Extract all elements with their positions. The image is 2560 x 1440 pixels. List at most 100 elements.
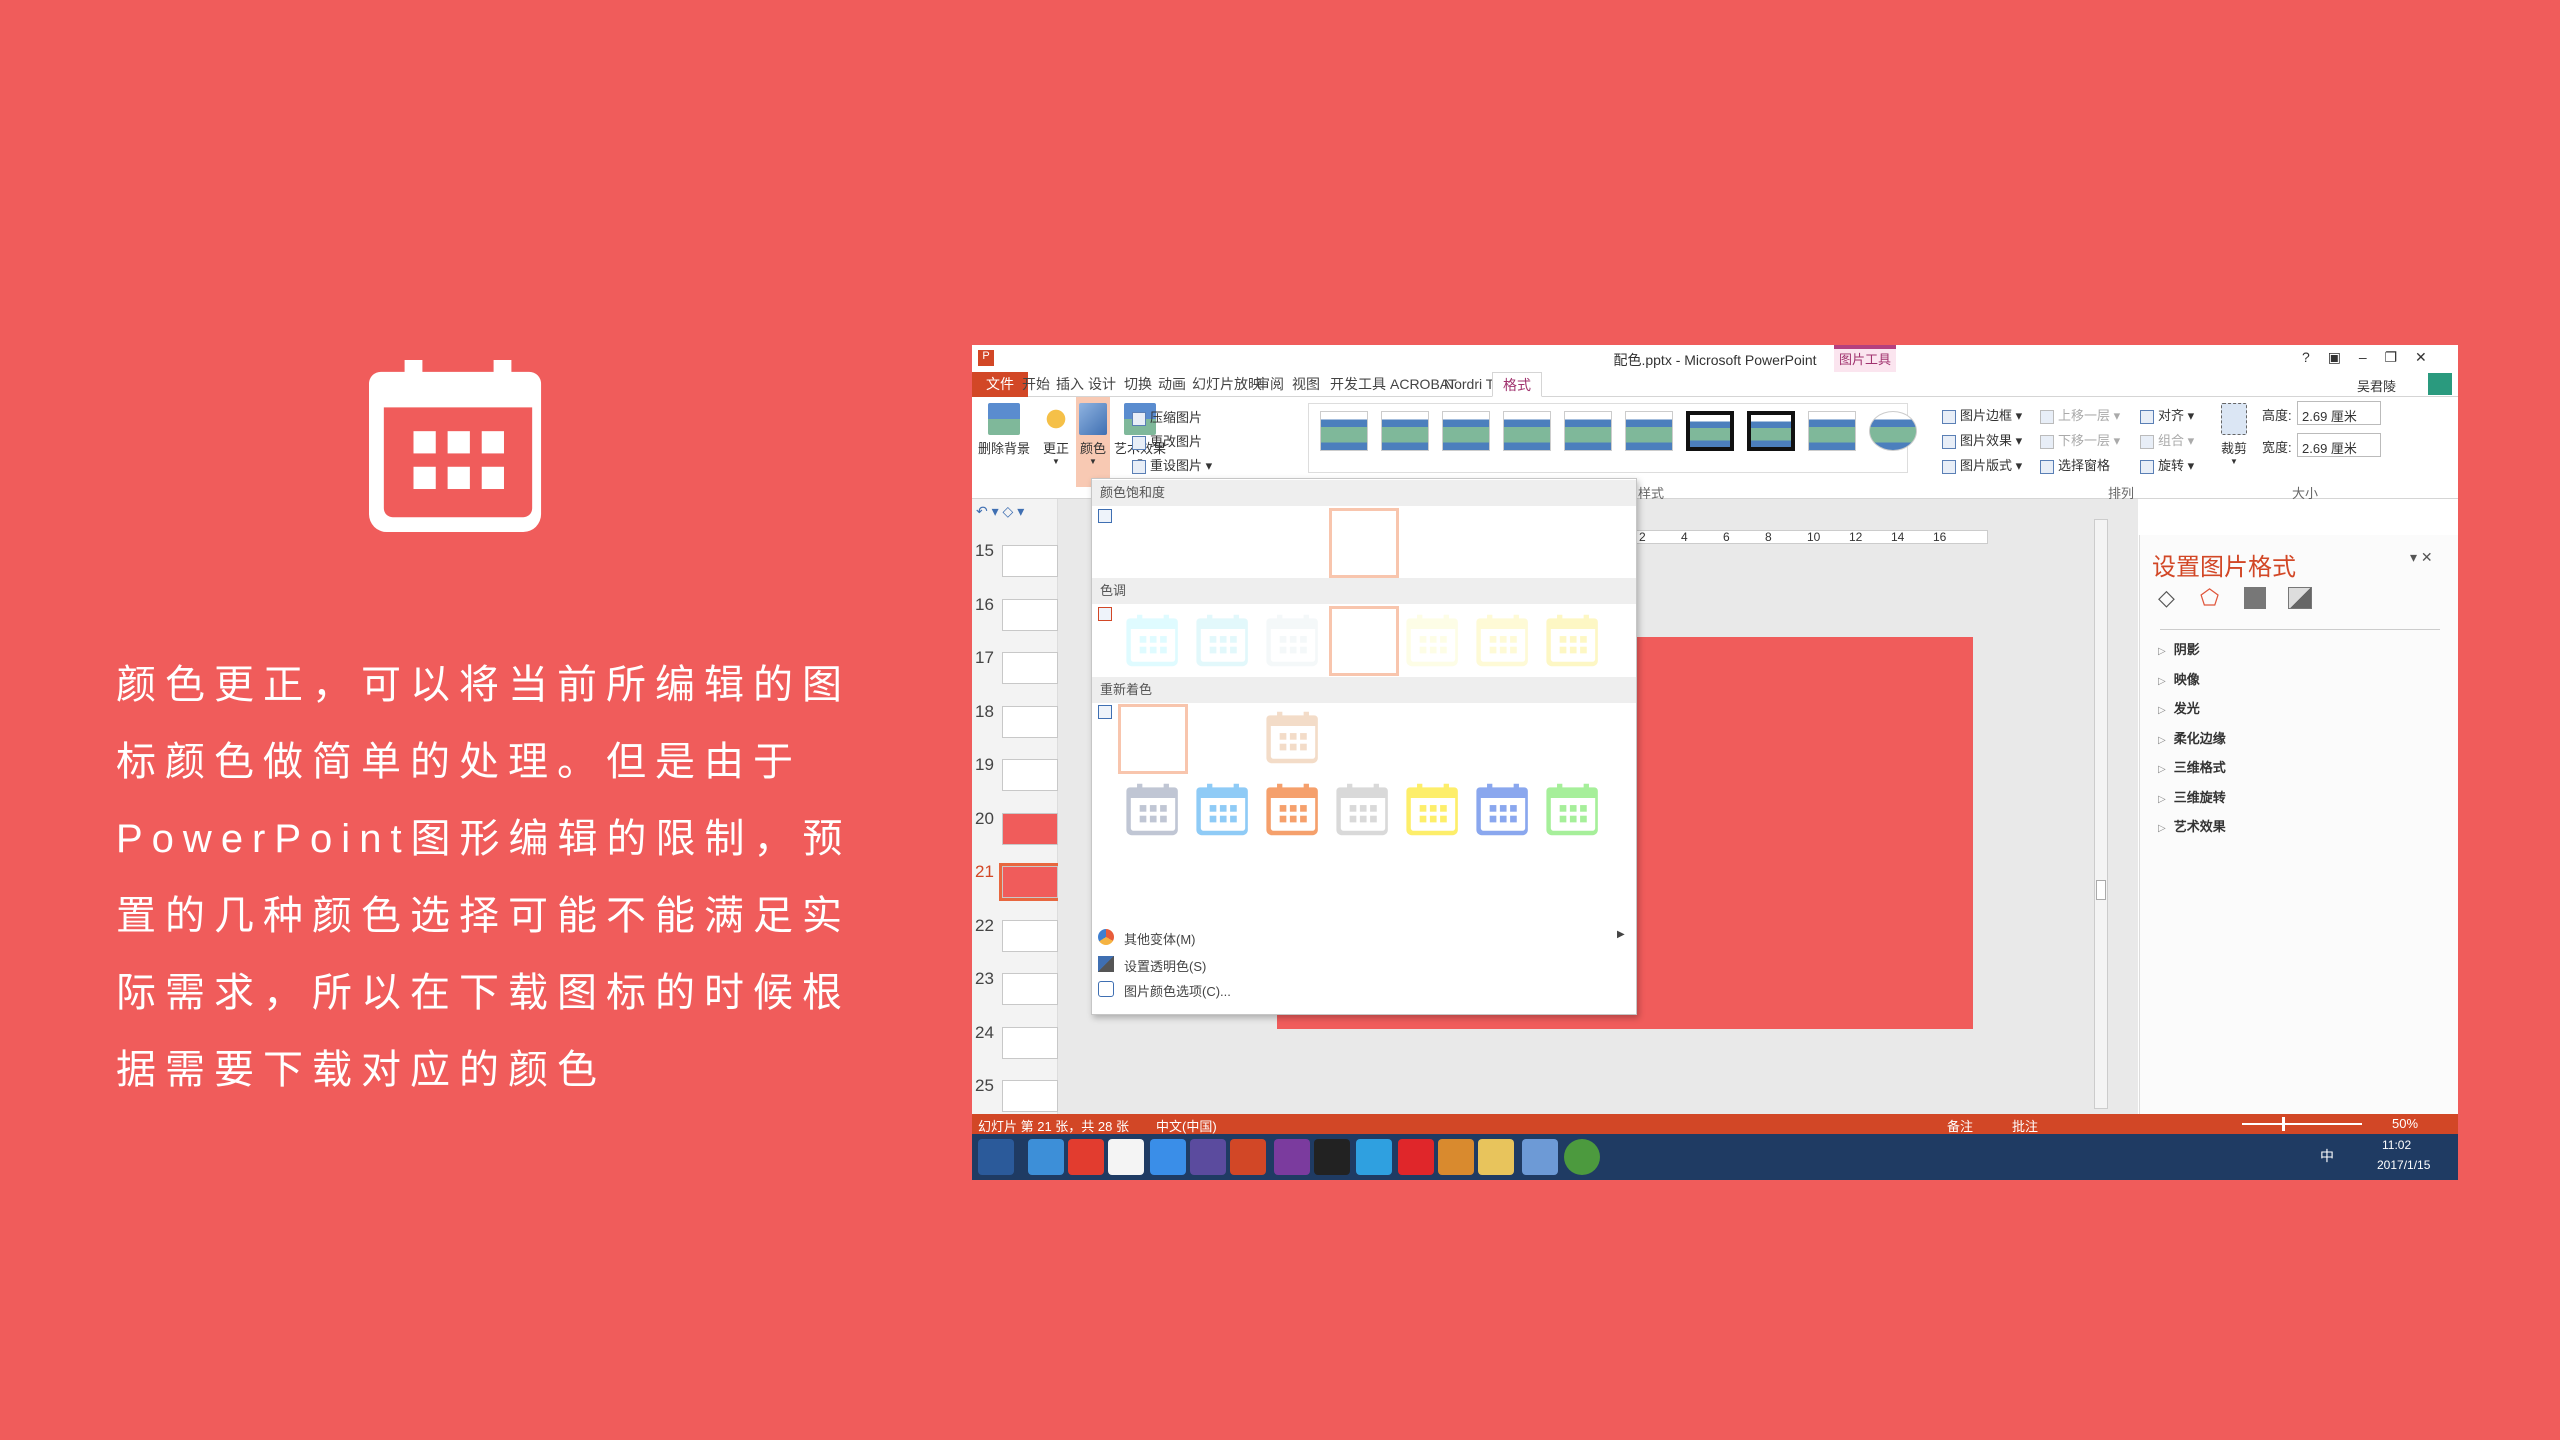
format-section[interactable]: 阴影 [2158,639,2200,658]
slide-thumbnail[interactable] [1002,973,1058,1005]
picture-style-option[interactable] [1869,411,1917,451]
rotate-button[interactable]: 旋转 ▾ [2140,455,2194,474]
recolor-option-calendar-icon[interactable] [1546,782,1600,837]
scrollbar-thumb[interactable] [2096,880,2106,900]
picture-style-option[interactable] [1564,411,1612,451]
group-button[interactable]: 组合 ▾ [2140,430,2194,449]
recolor-option-calendar-icon[interactable] [1266,782,1320,837]
tab-12[interactable]: 格式 [1492,372,1542,397]
windows-start-icon[interactable] [978,1139,1014,1175]
crop-button[interactable]: 裁剪 ▼ [2217,403,2251,466]
recolor-option-calendar-icon[interactable] [1476,782,1530,837]
pen-app-icon[interactable] [1150,1139,1186,1175]
tone-option-calendar-icon[interactable] [1406,613,1460,668]
slide-thumbnail[interactable] [1002,1080,1058,1112]
help-button[interactable]: ? [2302,349,2310,365]
saturation-selected-option[interactable] [1329,508,1399,578]
corrections-button[interactable]: 更正 ▼ [1038,403,1074,466]
pane-close-button[interactable]: ▾ ✕ [2410,549,2433,566]
picture-style-option[interactable] [1381,411,1429,451]
restore-button[interactable]: ❐ [2385,349,2398,365]
zoom-slider[interactable] [2242,1117,2362,1131]
tone-option-calendar-icon[interactable] [1476,613,1530,668]
user-name[interactable]: 吴君陵 [2357,376,2396,395]
gem-app-icon[interactable] [1438,1139,1474,1175]
send-backward-button[interactable]: 下移一层 ▾ [2040,430,2120,449]
slide-thumbnail[interactable] [1002,1026,1058,1059]
slide-thumbnail[interactable] [1002,919,1058,952]
slide-thumbnail[interactable] [1002,545,1058,577]
picture-tab[interactable] [2288,587,2312,609]
wps-icon[interactable] [1108,1139,1144,1175]
slide-thumbnail[interactable] [1002,652,1058,684]
ribbon-display-button[interactable]: ▣ [2328,349,2341,365]
clock-time[interactable]: 11:02 [2382,1138,2411,1152]
recolor-option-calendar-icon[interactable] [1406,782,1460,837]
format-section[interactable]: 映像 [2158,669,2200,688]
file-explorer-icon[interactable] [1478,1139,1514,1175]
picture-style-option[interactable] [1503,411,1551,451]
clock-date[interactable]: 2017/1/15 [2377,1158,2430,1172]
tone-option-calendar-icon[interactable] [1126,613,1180,668]
eclipse-icon[interactable] [1190,1139,1226,1175]
format-section[interactable]: 柔化边缘 [2158,728,2226,747]
tone-option-calendar-icon[interactable] [1196,613,1250,668]
fill-line-tab[interactable]: ◇ [2158,585,2175,611]
picture-effects-button[interactable]: 图片效果 ▾ [1942,430,2022,449]
close-button[interactable]: ✕ [2415,349,2427,365]
powerpoint-icon[interactable] [1230,1139,1266,1175]
recolor-option-calendar-icon[interactable] [1336,782,1390,837]
slide-thumbnail[interactable] [1002,705,1058,738]
onenote-icon[interactable] [1274,1139,1310,1175]
format-section[interactable]: 发光 [2158,698,2200,717]
xmind-icon[interactable] [1398,1139,1434,1175]
recolor-option-calendar-icon[interactable] [1196,782,1250,837]
internet-explorer-icon[interactable] [1028,1139,1064,1175]
ime-indicator[interactable]: 中 [2320,1146,2334,1166]
notes-button[interactable]: 备注 [1947,1116,1973,1135]
picture-style-option[interactable] [1747,411,1795,451]
picture-style-option[interactable] [1442,411,1490,451]
zoom-level[interactable]: 50% [2392,1116,2418,1131]
height-input[interactable]: 2.69 厘米 [2297,401,2381,425]
slide-thumbnail[interactable] [1002,812,1058,845]
undo-button[interactable]: ↶ ▾ ◇ ▾ [976,503,1024,520]
format-section[interactable]: 三维格式 [2158,757,2226,776]
tone-option-calendar-icon[interactable] [1546,613,1600,668]
remove-background-button[interactable]: 删除背景 [976,403,1032,457]
recolor-option-calendar-icon[interactable] [1266,710,1320,765]
picture-layout-button[interactable]: 图片版式 ▾ [1942,455,2022,474]
picture-style-option[interactable] [1686,411,1734,451]
tone-selected-option[interactable] [1329,606,1399,676]
comments-button[interactable]: 批注 [2012,1116,2038,1135]
picture-border-button[interactable]: 图片边框 ▾ [1942,405,2022,424]
format-section[interactable]: 三维旋转 [2158,787,2226,806]
color-button[interactable]: 颜色 ▼ [1076,397,1110,487]
qq-icon[interactable] [1314,1139,1350,1175]
change-picture-button[interactable]: 更改图片 [1132,431,1202,450]
slide-thumbnail[interactable] [999,863,1061,901]
align-button[interactable]: 对齐 ▾ [2140,405,2194,424]
picture-style-option[interactable] [1320,411,1368,451]
recolor-no-recolor-option[interactable] [1118,704,1188,774]
size-properties-tab[interactable] [2244,587,2266,609]
browser-app-icon[interactable] [1356,1139,1392,1175]
calculator-icon[interactable] [1522,1139,1558,1175]
format-section[interactable]: 艺术效果 [2158,816,2226,835]
avatar[interactable] [2428,373,2452,395]
picture-style-option[interactable] [1625,411,1673,451]
vertical-scrollbar[interactable] [2094,519,2108,1109]
compress-pictures-button[interactable]: 压缩图片 [1132,407,1202,426]
language-indicator[interactable]: 中文(中国) [1156,1116,1217,1135]
reset-picture-button[interactable]: 重设图片 ▾ [1132,455,1212,474]
netease-music-icon[interactable] [1068,1139,1104,1175]
selection-pane-button[interactable]: 选择窗格 [2040,455,2110,474]
minimize-button[interactable]: – [2359,349,2367,365]
slide-thumbnail[interactable] [1002,759,1058,791]
recolor-option-calendar-icon[interactable] [1126,782,1180,837]
effects-tab[interactable]: ⬠ [2200,585,2219,611]
tone-option-calendar-icon[interactable] [1266,613,1320,668]
width-input[interactable]: 2.69 厘米 [2297,433,2381,457]
picture-style-option[interactable] [1808,411,1856,451]
slide-thumbnail[interactable] [1002,598,1058,631]
